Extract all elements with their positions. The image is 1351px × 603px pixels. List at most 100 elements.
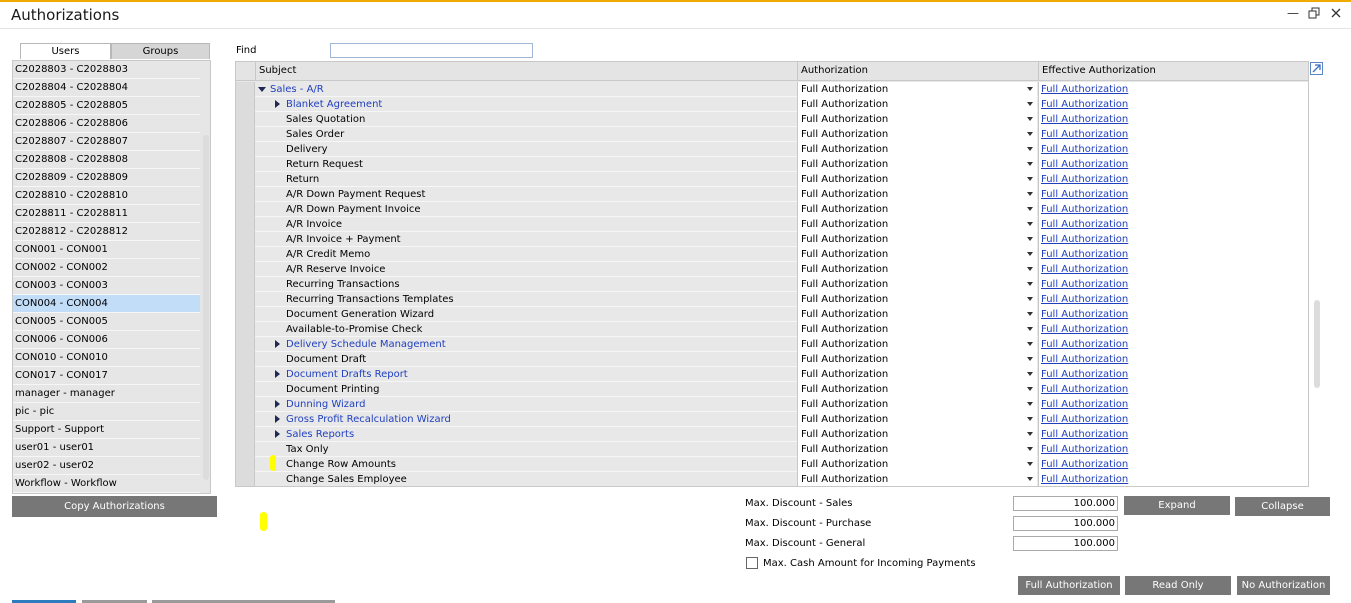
expand-arrow-icon[interactable]	[275, 340, 280, 348]
expand-button[interactable]: Expand	[1124, 496, 1230, 515]
tab-users[interactable]: Users	[20, 43, 111, 59]
row-header[interactable]	[236, 457, 255, 472]
dropdown-arrow-icon[interactable]	[1027, 282, 1033, 286]
dropdown-arrow-icon[interactable]	[1027, 417, 1033, 421]
row-header[interactable]	[236, 82, 255, 97]
authorization-dropdown[interactable]: Full Authorization	[797, 217, 1037, 232]
max-discount-sales-field[interactable]: 100.000	[1013, 496, 1118, 511]
user-list-item[interactable]: CON010 - CON010	[13, 349, 200, 367]
effective-authorization-link[interactable]: Full Authorization	[1041, 353, 1128, 367]
effective-authorization-link[interactable]: Full Authorization	[1041, 308, 1128, 322]
effective-authorization-link[interactable]: Full Authorization	[1041, 218, 1128, 232]
row-header[interactable]	[236, 142, 255, 157]
table-row[interactable]: Sales Order Full Authorization Full Author…	[236, 127, 1308, 142]
user-list-item[interactable]: C2028810 - C2028810	[13, 187, 200, 205]
expand-arrow-icon[interactable]	[275, 430, 280, 438]
user-list-item[interactable]: CON002 - CON002	[13, 259, 200, 277]
table-row[interactable]: Gross Profit Recalculation Wizard Full Au…	[236, 412, 1308, 427]
collapse-button[interactable]: Collapse	[1235, 497, 1330, 516]
user-list-item[interactable]: user02 - user02	[13, 457, 200, 475]
table-row[interactable]: Recurring Transactions Full Authorization…	[236, 277, 1308, 292]
user-list-item[interactable]: CON004 - CON004	[13, 295, 200, 313]
effective-authorization-link[interactable]: Full Authorization	[1041, 413, 1128, 427]
effective-authorization-link[interactable]: Full Authorization	[1041, 248, 1128, 262]
column-header-effective-authorization[interactable]: Effective Authorization	[1038, 62, 1308, 81]
authorization-dropdown[interactable]: Full Authorization	[797, 142, 1037, 157]
table-row[interactable]: Sales Quotation Full Authorization Full Au…	[236, 112, 1308, 127]
find-input[interactable]	[330, 43, 533, 58]
effective-authorization-link[interactable]: Full Authorization	[1041, 428, 1128, 442]
authorization-dropdown[interactable]: Full Authorization	[797, 157, 1037, 172]
effective-authorization-link[interactable]: Full Authorization	[1041, 368, 1128, 382]
authorization-dropdown[interactable]: Full Authorization	[797, 112, 1037, 127]
dropdown-arrow-icon[interactable]	[1027, 477, 1033, 481]
authorization-dropdown[interactable]: Full Authorization	[797, 277, 1037, 292]
expand-arrow-icon[interactable]	[275, 100, 280, 108]
dropdown-arrow-icon[interactable]	[1027, 177, 1033, 181]
collapse-arrow-icon[interactable]	[258, 87, 266, 92]
row-header[interactable]	[236, 337, 255, 352]
user-list-item[interactable]: C2028803 - C2028803	[13, 61, 200, 79]
authorization-dropdown[interactable]: Full Authorization	[797, 337, 1037, 352]
user-list-item[interactable]: Workflow - Workflow	[13, 475, 200, 493]
authorization-dropdown[interactable]: Full Authorization	[797, 127, 1037, 142]
authorization-dropdown[interactable]: Full Authorization	[797, 457, 1037, 472]
dropdown-arrow-icon[interactable]	[1027, 207, 1033, 211]
effective-authorization-link[interactable]: Full Authorization	[1041, 158, 1128, 172]
authorization-dropdown[interactable]: Full Authorization	[797, 232, 1037, 247]
row-header[interactable]	[236, 292, 255, 307]
table-row[interactable]: A/R Credit Memo Full Authorization Full Au…	[236, 247, 1308, 262]
authorization-dropdown[interactable]: Full Authorization	[797, 187, 1037, 202]
user-list-scrollbar[interactable]	[203, 135, 209, 480]
user-list-item[interactable]: C2028804 - C2028804	[13, 79, 200, 97]
row-header[interactable]	[236, 322, 255, 337]
authorization-dropdown[interactable]: Full Authorization	[797, 97, 1037, 112]
row-header[interactable]	[236, 172, 255, 187]
dropdown-arrow-icon[interactable]	[1027, 147, 1033, 151]
row-header[interactable]	[236, 217, 255, 232]
user-list-item[interactable]: user01 - user01	[13, 439, 200, 457]
user-list-item[interactable]: C2028805 - C2028805	[13, 97, 200, 115]
user-list-item[interactable]: C2028812 - C2028812	[13, 223, 200, 241]
table-row[interactable]: Blanket Agreement Full Authorization Full …	[236, 97, 1308, 112]
close-icon[interactable]	[1329, 7, 1343, 21]
user-list-item[interactable]: CON005 - CON005	[13, 313, 200, 331]
dropdown-arrow-icon[interactable]	[1027, 402, 1033, 406]
max-cash-checkbox[interactable]	[746, 557, 758, 569]
dropdown-arrow-icon[interactable]	[1027, 162, 1033, 166]
expand-window-icon[interactable]	[1310, 62, 1323, 75]
row-header[interactable]	[236, 187, 255, 202]
authorization-dropdown[interactable]: Full Authorization	[797, 397, 1037, 412]
table-row[interactable]: Document Generation Wizard Full Authoriza…	[236, 307, 1308, 322]
row-header[interactable]	[236, 442, 255, 457]
effective-authorization-link[interactable]: Full Authorization	[1041, 458, 1128, 472]
table-row[interactable]: A/R Invoice Full Authorization Full Author…	[236, 217, 1308, 232]
table-row[interactable]: Return Full Authorization Full Authorizati…	[236, 172, 1308, 187]
authorization-dropdown[interactable]: Full Authorization	[797, 442, 1037, 457]
restore-icon[interactable]	[1307, 7, 1321, 21]
dropdown-arrow-icon[interactable]	[1027, 432, 1033, 436]
tab-groups[interactable]: Groups	[111, 43, 210, 59]
table-row[interactable]: Delivery Schedule Management Full Authori…	[236, 337, 1308, 352]
user-list-item[interactable]: C2028806 - C2028806	[13, 115, 200, 133]
authorization-dropdown[interactable]: Full Authorization	[797, 82, 1037, 97]
dropdown-arrow-icon[interactable]	[1027, 312, 1033, 316]
dropdown-arrow-icon[interactable]	[1027, 447, 1033, 451]
row-header[interactable]	[236, 262, 255, 277]
table-row[interactable]: Document Drafts Report Full Authorization…	[236, 367, 1308, 382]
dropdown-arrow-icon[interactable]	[1027, 222, 1033, 226]
effective-authorization-link[interactable]: Full Authorization	[1041, 203, 1128, 217]
row-header[interactable]	[236, 277, 255, 292]
dropdown-arrow-icon[interactable]	[1027, 267, 1033, 271]
effective-authorization-link[interactable]: Full Authorization	[1041, 188, 1128, 202]
authorization-dropdown[interactable]: Full Authorization	[797, 427, 1037, 442]
no-authorization-button[interactable]: No Authorization	[1237, 576, 1330, 595]
table-row[interactable]: Dunning Wizard Full Authorization Full Aut…	[236, 397, 1308, 412]
effective-authorization-link[interactable]: Full Authorization	[1041, 263, 1128, 277]
dropdown-arrow-icon[interactable]	[1027, 102, 1033, 106]
table-row[interactable]: Change Sales Employee Full Authorization F…	[236, 472, 1308, 486]
row-header[interactable]	[236, 112, 255, 127]
dropdown-arrow-icon[interactable]	[1027, 372, 1033, 376]
table-row[interactable]: Document Draft Full Authorization Full Aut…	[236, 352, 1308, 367]
subject-cell[interactable]: Gross Profit Recalculation Wizard	[286, 413, 451, 427]
